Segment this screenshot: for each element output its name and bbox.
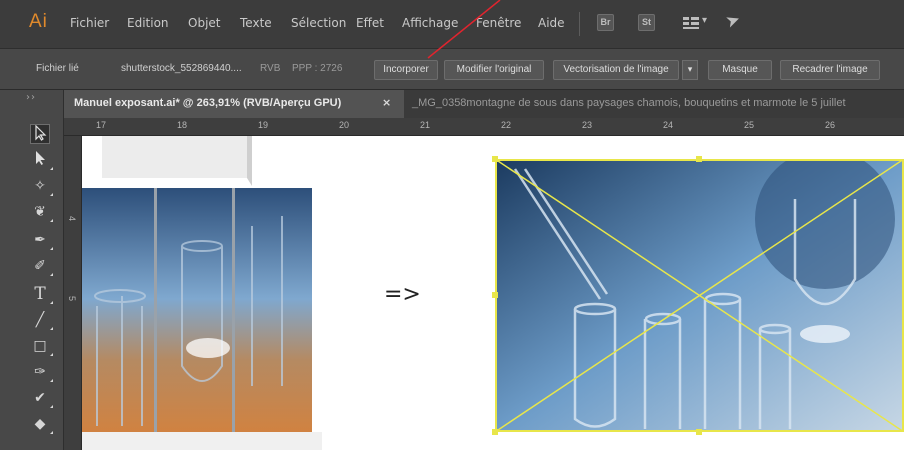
type-tool-icon[interactable]: T	[30, 284, 53, 304]
eraser-tool-icon[interactable]: ◆	[30, 414, 53, 434]
magic-wand-tool-icon[interactable]: ✧	[30, 176, 53, 196]
illustrator-window: Ai Fichier Edition Objet Texte Sélection…	[0, 0, 904, 450]
ruler-number: 25	[744, 120, 755, 130]
send-icon[interactable]: ➤	[723, 9, 743, 33]
mask-button[interactable]: Masque	[708, 60, 772, 80]
crop-image-button[interactable]: Recadrer l'image	[780, 60, 880, 80]
rectangle-tool-icon[interactable]: □	[30, 336, 53, 356]
control-bar: Fichier lié shutterstock_552869440.... R…	[0, 48, 904, 90]
direct-selection-tool-icon[interactable]	[30, 150, 53, 170]
selection-bounding-box[interactable]	[495, 159, 904, 432]
menu-texte[interactable]: Texte	[240, 16, 272, 30]
stock-icon[interactable]: St	[638, 14, 655, 31]
vertical-ruler[interactable]: 4 5	[64, 136, 82, 450]
ruler-number: 22	[501, 120, 512, 130]
paintbrush-tool-icon[interactable]: ✑	[30, 362, 53, 382]
selection-handle[interactable]	[492, 429, 498, 435]
image-trace-dropdown[interactable]: ▾	[682, 60, 698, 80]
stand-mockup-artwork[interactable]	[82, 136, 322, 450]
arrow-label: =>	[384, 282, 421, 307]
selection-handle[interactable]	[492, 292, 498, 298]
edit-original-button[interactable]: Modifier l'original	[444, 60, 544, 80]
selection-handle[interactable]	[696, 429, 702, 435]
ruler-number: 24	[663, 120, 674, 130]
lasso-tool-icon[interactable]: ❦	[30, 202, 53, 222]
tab-label: Manuel exposant.ai* @ 263,91% (RVB/Aperç…	[74, 97, 342, 109]
image-trace-button[interactable]: Vectorisation de l'image	[553, 60, 679, 80]
menu-divider	[579, 12, 580, 36]
selection-tool-icon[interactable]	[30, 124, 50, 144]
color-mode: RVB	[260, 63, 281, 74]
curvature-tool-icon[interactable]: ✐	[30, 256, 53, 276]
linked-file-name[interactable]: shutterstock_552869440....	[121, 63, 242, 74]
menu-edition[interactable]: Edition	[127, 16, 169, 30]
menu-selection[interactable]: Sélection	[291, 16, 346, 30]
bridge-icon[interactable]: Br	[597, 14, 614, 31]
ruler-number: 20	[339, 120, 350, 130]
line-tool-icon[interactable]: ╱	[30, 310, 53, 330]
illustrator-logo: Ai	[29, 11, 48, 32]
pen-tool-icon[interactable]: ✒	[30, 230, 53, 250]
menu-effet[interactable]: Effet	[356, 16, 384, 30]
linked-file-label[interactable]: Fichier lié	[36, 63, 79, 74]
ruler-number: 26	[825, 120, 836, 130]
shaper-tool-icon[interactable]: ✔	[30, 388, 53, 408]
embed-button[interactable]: Incorporer	[374, 60, 438, 80]
ruler-number: 5	[67, 296, 77, 302]
tab-manuel-exposant[interactable]: Manuel exposant.ai* @ 263,91% (RVB/Aperç…	[64, 90, 404, 118]
menu-fichier[interactable]: Fichier	[70, 16, 109, 30]
tab-mountain-photo[interactable]: _MG_0358montagne de sous dans paysages c…	[412, 97, 846, 109]
ruler-number: 17	[96, 120, 107, 130]
selection-handle[interactable]	[696, 156, 702, 162]
menu-fenetre[interactable]: Fenêtre	[476, 16, 521, 30]
horizontal-ruler[interactable]: 17 18 19 20 21 22 23 24 25 26	[64, 118, 904, 136]
ruler-number: 23	[582, 120, 593, 130]
selection-handle[interactable]	[492, 156, 498, 162]
ruler-number: 19	[258, 120, 269, 130]
ruler-number: 21	[420, 120, 431, 130]
artboard-canvas[interactable]: =>	[82, 136, 904, 450]
workspace-icon[interactable]	[683, 17, 699, 29]
close-icon[interactable]: ×	[382, 96, 391, 109]
chevron-down-icon[interactable]: ▾	[702, 15, 707, 26]
tools-panel: ›› ✧ ❦ ✒ ✐ T ╱ □ ✑ ✔ ◆	[0, 90, 64, 450]
ruler-number: 4	[67, 216, 77, 222]
menu-aide[interactable]: Aide	[538, 16, 565, 30]
menu-objet[interactable]: Objet	[188, 16, 220, 30]
menu-bar: Ai Fichier Edition Objet Texte Sélection…	[0, 0, 904, 48]
ppi-value: PPP : 2726	[292, 63, 343, 74]
document-tab-bar: Manuel exposant.ai* @ 263,91% (RVB/Aperç…	[64, 90, 904, 118]
ruler-number: 18	[177, 120, 188, 130]
menu-affichage[interactable]: Affichage	[402, 16, 458, 30]
panel-collapse-icon[interactable]: ››	[26, 92, 36, 103]
